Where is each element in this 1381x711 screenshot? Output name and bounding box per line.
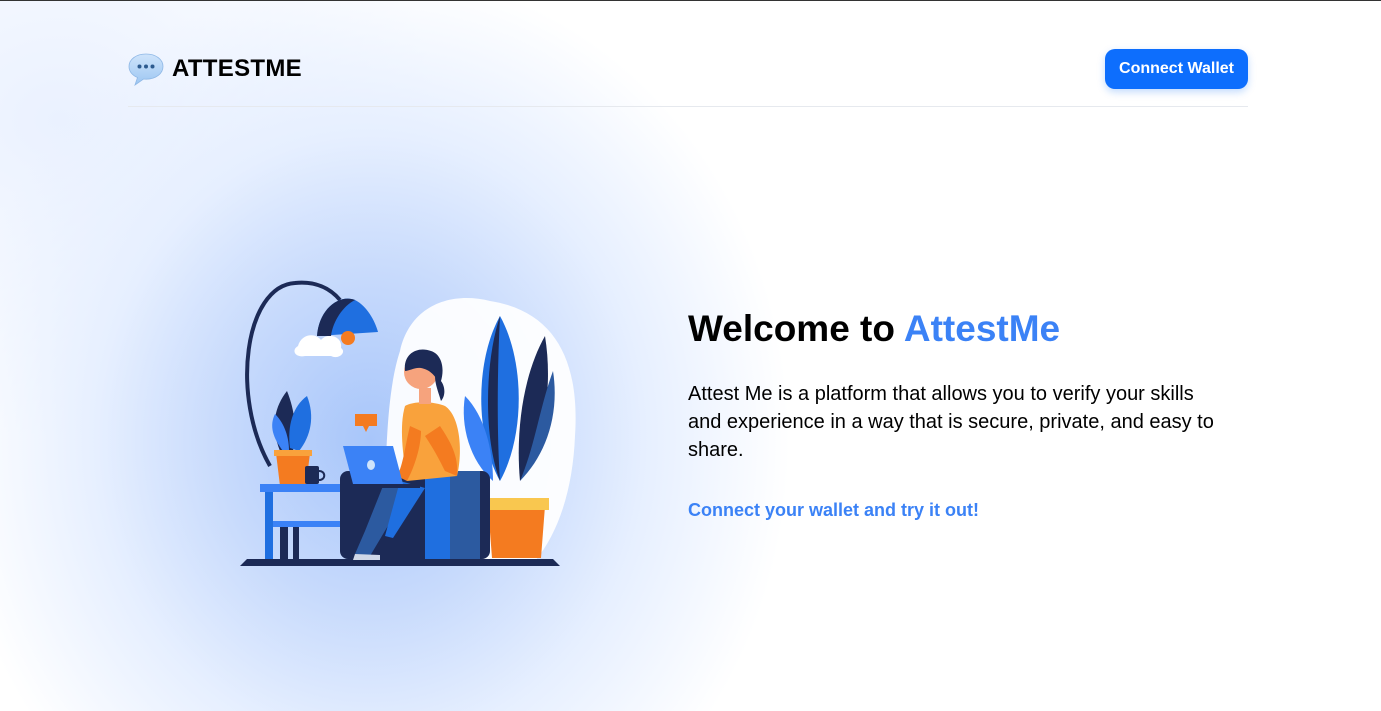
hero-title-prefix: Welcome to <box>688 308 895 349</box>
speech-bubble-icon <box>128 53 164 86</box>
top-navbar: ATTESTME Connect Wallet <box>128 1 1248 107</box>
hero-description: Attest Me is a platform that allows you … <box>688 383 1214 461</box>
brand-logo[interactable]: ATTESTME <box>128 52 302 86</box>
hero-section: Welcome to AttestMe Attest Me is a platf… <box>688 307 1248 521</box>
connect-wallet-cta-link[interactable]: Connect your wallet and try it out! <box>688 500 979 521</box>
brand-name: ATTESTME <box>172 55 302 82</box>
connect-wallet-button[interactable]: Connect Wallet <box>1105 49 1248 89</box>
hero-title: Welcome to AttestMe <box>688 307 1248 351</box>
hero-title-accent: AttestMe <box>903 308 1061 349</box>
person-working-on-laptop-illustration <box>240 280 576 566</box>
